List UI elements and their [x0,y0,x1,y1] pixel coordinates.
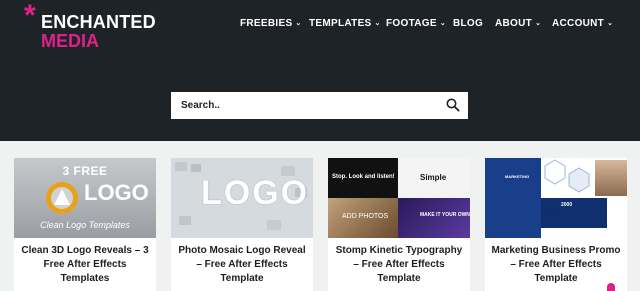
thumb-text: HONEST [545,212,566,218]
post-card[interactable]: MARKETING 2000 HONEST Marketing Business… [485,158,627,291]
search-box [171,92,468,119]
nav-item-label: BLOG [453,18,484,29]
thumb-text: ADD PHOTOS [342,213,389,220]
nav-item-label: ACCOUNT [552,18,605,29]
nav-item-label: FREEBIES [240,18,293,29]
nav-item-account[interactable]: ACCOUNT ⌄ [552,17,613,31]
chevron-down-icon: ⌄ [439,20,446,27]
logo-badge-icon [46,182,78,214]
thumb-text: Simple [420,173,447,182]
post-title[interactable]: Clean 3D Logo Reveals – 3 Free After Eff… [18,244,152,286]
chevron-down-icon: ⌄ [374,20,381,27]
thumb-text: LOGO [84,180,149,205]
nav-item-about[interactable]: ABOUT ⌄ [495,17,541,31]
post-thumbnail[interactable]: MARKETING 2000 HONEST [485,158,627,238]
logo-line-1: ENCHANTED [41,12,156,32]
thumb-text: Clean Logo Templates [40,220,130,230]
thumb-text: MARKETING [505,174,530,179]
search-button[interactable] [446,98,460,112]
thumb-text: LOGO [201,174,310,212]
thumb-panel [485,158,541,238]
nav-item-freebies[interactable]: FREEBIES ⌄ [240,17,302,31]
nav-item-label: TEMPLATES [309,18,372,29]
search-icon [446,98,460,112]
post-thumbnail[interactable]: Stop. Look and listen! Simple ADD PHOTOS… [328,158,470,238]
chevron-down-icon: ⌄ [607,20,614,27]
post-card[interactable]: Stop. Look and listen! Simple ADD PHOTOS… [328,158,470,291]
logo-line-2: MEDIA [41,31,99,51]
thumb-text: 2000 [561,202,573,208]
post-title[interactable]: Photo Mosaic Logo Reveal – Free After Ef… [175,244,309,286]
thumb-text: MAKE IT YOUR OWN [420,212,470,218]
post-thumbnail[interactable]: 3 FREE LOGO Clean Logo Templates [14,158,156,238]
post-title[interactable]: Marketing Business Promo – Free After Ef… [489,244,623,286]
scroll-to-top-button[interactable] [607,283,615,291]
site-header: * ENCHANTED MEDIA FREEBIES ⌄ TEMPLATES ⌄ F… [0,0,640,141]
post-card[interactable]: 3 FREE LOGO Clean Logo Templates Clean 3… [14,158,156,291]
thumb-photo [595,160,627,196]
chevron-down-icon: ⌄ [295,20,302,27]
post-title[interactable]: Stomp Kinetic Typography – Free After Ef… [332,244,466,286]
nav-item-blog[interactable]: BLOG [453,17,483,31]
site-logo[interactable]: * ENCHANTED MEDIA [24,1,184,52]
nav-item-label: ABOUT [495,18,533,29]
hexagon-pattern [544,159,590,193]
nav-item-templates[interactable]: TEMPLATES ⌄ [309,17,381,31]
post-card[interactable]: LOGO Photo Mosaic Logo Reveal – Free Aft… [171,158,313,291]
search-input[interactable] [171,92,431,119]
nav-item-footage[interactable]: FOOTAGE ⌄ [386,17,446,31]
chevron-down-icon: ⌄ [535,20,542,27]
logo-asterisk: * [24,0,36,32]
thumb-text: Stop. Look and listen! [332,174,395,180]
post-thumbnail[interactable]: LOGO [171,158,313,238]
thumb-panel [398,198,470,238]
thumb-text: 3 FREE [62,164,108,178]
nav-item-label: FOOTAGE [386,18,437,29]
